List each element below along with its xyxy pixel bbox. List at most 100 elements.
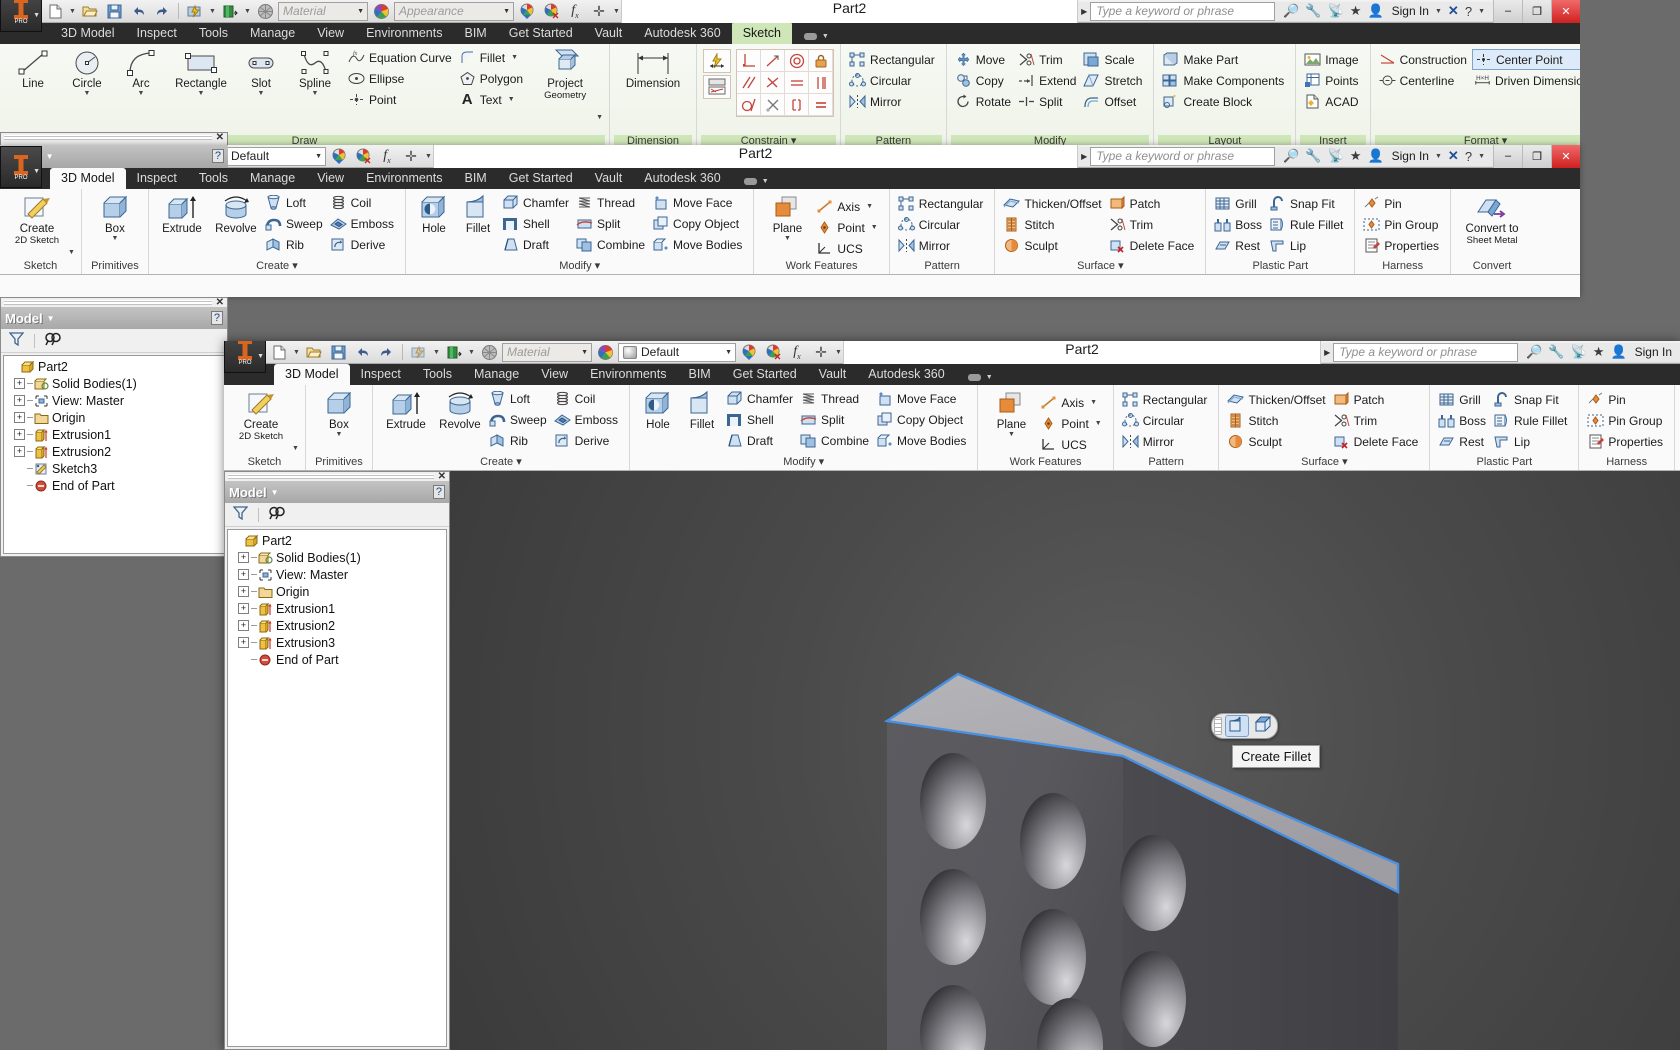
chamfer-button-2[interactable]: Chamfer <box>500 192 574 213</box>
new-file-icon[interactable] <box>44 1 66 22</box>
inventor-app-button-3[interactable]: PRO ▼ <box>224 341 266 373</box>
convert-sheet-metal-button-2[interactable]: Convert to Sheet Metal <box>1457 192 1527 248</box>
tree-node-extrusion1[interactable]: + Extrusion1 <box>6 426 224 443</box>
stitch-button-3[interactable]: Stitch <box>1225 410 1330 431</box>
rectangle-button[interactable]: Rectangle ▼ <box>168 47 234 98</box>
sweep-button-2[interactable]: Sweep <box>263 213 328 234</box>
tab-environments-2[interactable]: Environments <box>355 168 453 189</box>
expand-toggle[interactable]: + <box>14 378 25 389</box>
tab-environments-3[interactable]: Environments <box>579 364 677 385</box>
stretch-button[interactable]: Stretch <box>1081 70 1147 91</box>
coil-button-3[interactable]: Coil <box>552 388 623 409</box>
customize-qat-icon-3[interactable]: ✛ <box>810 342 832 363</box>
tree-node-extrusion2-front[interactable]: + Extrusion2 <box>230 617 446 634</box>
expand-toggle[interactable]: + <box>14 395 25 406</box>
draft-button-2[interactable]: Draft <box>500 234 574 255</box>
acad-button[interactable]: ACAD <box>1302 91 1363 112</box>
material-color-wheel-icon[interactable] <box>370 1 392 22</box>
wrench-icon-3[interactable]: 🔧 <box>1548 344 1564 360</box>
circle-dropdown[interactable]: ▼ <box>84 90 91 97</box>
box-dropdown[interactable]: ▼ <box>111 235 118 242</box>
copy-object-button-2[interactable]: Copy Object <box>650 213 747 234</box>
tree-node-view-master[interactable]: + View: Master <box>6 392 224 409</box>
symmetric-constraint-icon[interactable] <box>761 94 786 116</box>
qat-more-dropdown-2[interactable]: ▼ <box>424 146 433 167</box>
parameters-icon[interactable]: fx <box>564 1 586 22</box>
fillet-chamfer-mini-toolbar[interactable] <box>1211 713 1278 739</box>
box-button-3[interactable]: Box ▼ <box>312 388 366 439</box>
open-file-icon[interactable] <box>79 1 101 22</box>
thicken-offset-button-2[interactable]: Thicken/Offset <box>1001 193 1106 214</box>
browser-toolbar-front[interactable] <box>225 503 449 527</box>
expand-toggle[interactable]: + <box>238 637 249 648</box>
sweep-button-3[interactable]: Sweep <box>487 409 552 430</box>
save-icon-3[interactable] <box>327 342 349 363</box>
expand-toggle[interactable]: + <box>14 429 25 440</box>
help-dropdown-2[interactable]: ▼ <box>1478 153 1485 160</box>
rectangle-dropdown[interactable]: ▼ <box>198 90 205 97</box>
move-face-button-2[interactable]: Move Face <box>650 192 747 213</box>
browser-panel-front[interactable]: ✕ Model ▼ ? Part2 + Solid Bodies(1) + Vi… <box>224 471 450 1050</box>
tree-node-extrusion1-front[interactable]: + Extrusion1 <box>230 600 446 617</box>
derive-button-3[interactable]: Derive <box>552 430 623 451</box>
image-button[interactable]: Image <box>1302 49 1363 70</box>
tree-node-solid-bodies-front[interactable]: + Solid Bodies(1) <box>230 549 446 566</box>
equal-constraint-icon[interactable] <box>809 94 834 116</box>
redo-icon-3[interactable] <box>375 342 397 363</box>
adjust-appearance-icon-3[interactable] <box>738 342 760 363</box>
tab-autodesk-360[interactable]: Autodesk 360 <box>633 23 731 44</box>
revolve-button-2[interactable]: Revolve <box>209 192 263 236</box>
satellite-icon-2[interactable]: 📡 <box>1328 148 1344 164</box>
window1-titlebar[interactable]: PRO ▼ ▼ ▼ ▼ Material ▼ Appearance ▼ fx ✛… <box>0 0 1580 32</box>
open-file-icon-3[interactable] <box>303 342 325 363</box>
make-part-button[interactable]: Make Part <box>1160 49 1289 70</box>
polygon-button[interactable]: Polygon <box>457 68 528 89</box>
window1-quick-access-toolbar[interactable]: ▼ ▼ ▼ Material ▼ Appearance ▼ fx ✛ ▼ <box>42 0 621 23</box>
rectangular-pattern-button-2[interactable]: Rectangular <box>896 193 989 214</box>
minimize-button-2[interactable]: – <box>1493 145 1522 168</box>
split-button[interactable]: Split <box>1016 91 1081 112</box>
properties-button-2[interactable]: Properties <box>1361 235 1444 256</box>
undo-icon-3[interactable] <box>351 342 373 363</box>
filter-icon[interactable] <box>8 332 25 349</box>
point-dropdown-3[interactable]: ▼ <box>1095 420 1102 427</box>
exchange-apps-icon[interactable]: ✕ <box>1448 3 1459 19</box>
appearance-combo[interactable]: Appearance ▼ <box>394 1 514 21</box>
filter-icon[interactable] <box>232 506 249 523</box>
browser-header-win2[interactable]: Model ▼ ? <box>1 307 227 329</box>
create-2d-sketch-button-3[interactable]: Create 2D Sketch <box>230 388 292 444</box>
satellite-icon-3[interactable]: 📡 <box>1571 344 1587 360</box>
patch-button-2[interactable]: Patch <box>1107 193 1200 214</box>
points-button[interactable]: Points <box>1302 70 1363 91</box>
close-button-2[interactable]: ✕ <box>1551 145 1580 168</box>
tab-view-2[interactable]: View <box>306 168 355 189</box>
tree-node-part2[interactable]: Part2 <box>6 358 224 375</box>
ellipse-button[interactable]: Ellipse <box>346 68 457 89</box>
rib-button-2[interactable]: Rib <box>263 234 328 255</box>
inventor-window-second[interactable]: Model ▼ ? PRO ▼ ▼ ▼ ▼ Generic ▼ <box>0 145 1580 297</box>
tab-environments[interactable]: Environments <box>355 23 453 44</box>
update-icon[interactable] <box>184 1 206 22</box>
sketch-fillet-dropdown[interactable]: ▼ <box>511 54 518 61</box>
help-dropdown[interactable]: ▼ <box>1478 8 1485 15</box>
chamfer-button-3[interactable]: Chamfer <box>724 388 798 409</box>
tangent-constraint-icon[interactable] <box>737 94 762 116</box>
grill-button-2[interactable]: Grill <box>1212 193 1267 214</box>
inventor-app-button[interactable]: PRO ▼ <box>0 0 42 32</box>
plane-button-2[interactable]: Plane ▼ <box>760 192 814 243</box>
move-bodies-button-2[interactable]: Move Bodies <box>650 234 747 255</box>
circular-pattern-button-2[interactable]: Circular <box>896 214 989 235</box>
snap-fit-button-3[interactable]: Snap Fit <box>1491 389 1572 410</box>
favorites-star-icon-2[interactable]: ★ <box>1350 148 1362 164</box>
update-dropdown-3[interactable]: ▼ <box>432 342 441 363</box>
ribbon-minimize-control-2[interactable]: ▼ <box>743 177 769 189</box>
lip-button-3[interactable]: Lip <box>1491 431 1572 452</box>
rectangular-pattern-button[interactable]: Rectangular <box>847 49 940 70</box>
qat-more-dropdown-3[interactable]: ▼ <box>834 342 843 363</box>
sign-in-dropdown-2[interactable]: ▼ <box>1435 153 1442 160</box>
collinear-constraint-icon[interactable] <box>785 72 810 94</box>
tab-view-3[interactable]: View <box>530 364 579 385</box>
angle-constraint-icon[interactable] <box>761 72 786 94</box>
tab-inspect-3[interactable]: Inspect <box>350 364 412 385</box>
pin-button-2[interactable]: Pin <box>1361 193 1444 214</box>
